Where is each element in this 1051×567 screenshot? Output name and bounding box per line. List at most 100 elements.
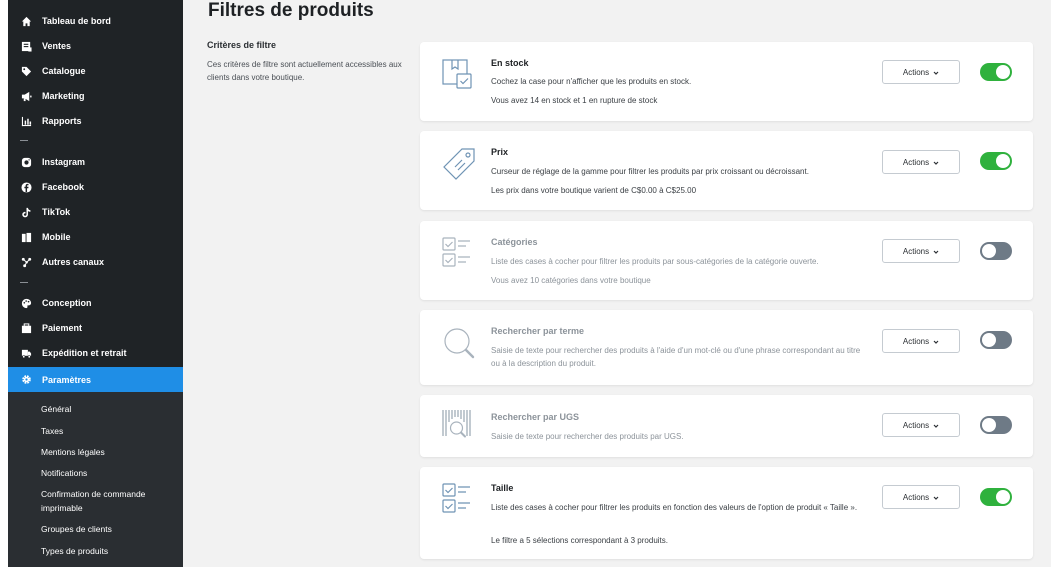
filter-title: En stock	[491, 58, 529, 68]
filter-card-price: Prix Curseur de réglage de la gamme pour…	[420, 131, 1033, 210]
sidebar-edge	[0, 0, 8, 567]
filter-description: Saisie de texte pour rechercher des prod…	[491, 432, 684, 441]
toggle-knob	[996, 154, 1010, 168]
home-icon	[20, 15, 32, 27]
gear-icon	[20, 374, 32, 386]
sidebar-item-payment[interactable]: Paiement	[8, 316, 183, 340]
filter-card-search-sku: Rechercher par UGS Saisie de texte pour …	[420, 395, 1033, 457]
actions-button[interactable]: Actions	[882, 413, 960, 437]
submenu-item-product-types[interactable]: Types de produits	[41, 544, 108, 558]
sidebar-item-label: Paramètres	[42, 374, 92, 385]
filter-toggle[interactable]	[980, 331, 1012, 349]
sidebar-item-label: Rapports	[42, 116, 82, 126]
facebook-icon	[20, 181, 32, 193]
toggle-knob	[996, 490, 1010, 504]
filter-stats: Les prix dans votre boutique varient de …	[491, 186, 697, 195]
filter-toggle[interactable]	[980, 488, 1012, 506]
checklist-icon	[440, 235, 478, 271]
filter-description: Cochez la case pour n'afficher que les p…	[491, 77, 692, 86]
actions-button[interactable]: Actions	[882, 150, 960, 174]
chart-icon	[20, 115, 32, 127]
filter-title: Rechercher par terme	[491, 326, 585, 336]
sidebar-item-catalog[interactable]: Catalogue	[8, 59, 183, 83]
filter-description: Saisie de texte pour rechercher des prod…	[491, 346, 861, 368]
checklist-icon	[440, 481, 478, 517]
sidebar-item-reports[interactable]: Rapports	[8, 109, 183, 133]
sidebar-item-label: Expédition et retrait	[42, 348, 127, 358]
actions-button[interactable]: Actions	[882, 60, 960, 84]
chevron-down-icon	[933, 338, 939, 344]
criteria-title: Critères de filtre	[207, 40, 277, 50]
sidebar-item-marketing[interactable]: Marketing	[8, 84, 183, 108]
tiktok-icon	[20, 206, 32, 218]
chevron-down-icon	[933, 69, 939, 75]
actions-label: Actions	[902, 67, 930, 77]
actions-label: Actions	[902, 420, 930, 430]
toggle-knob	[982, 418, 996, 432]
submenu-item-notifications[interactable]: Notifications	[41, 466, 87, 480]
sales-icon	[20, 40, 32, 52]
sidebar-item-dashboard[interactable]: Tableau de bord	[8, 9, 183, 33]
filter-toggle[interactable]	[980, 152, 1012, 170]
filter-title: Prix	[491, 147, 509, 157]
toggle-knob	[982, 333, 996, 347]
sidebar-item-label: Facebook	[42, 182, 85, 192]
wallet-icon	[20, 322, 32, 334]
actions-button[interactable]: Actions	[882, 239, 960, 263]
sidebar-item-label: TikTok	[42, 207, 71, 217]
mobile-icon	[20, 231, 32, 243]
sidebar-separator	[20, 140, 28, 141]
sidebar-item-shipping[interactable]: Expédition et retrait	[8, 341, 183, 365]
sidebar-item-label: Paiement	[42, 323, 83, 333]
actions-label: Actions	[902, 246, 930, 256]
sidebar-item-instagram[interactable]: Instagram	[8, 150, 183, 174]
filter-stats: Vous avez 14 en stock et 1 en rupture de…	[491, 96, 658, 105]
sidebar-item-sales[interactable]: Ventes	[8, 34, 183, 58]
filter-toggle[interactable]	[980, 416, 1012, 434]
sidebar-item-mobile[interactable]: Mobile	[8, 225, 183, 249]
truck-icon	[20, 347, 32, 359]
filter-description: Liste des cases à cocher pour filtrer le…	[491, 503, 858, 512]
filter-toggle[interactable]	[980, 63, 1012, 81]
submenu-item-legal[interactable]: Mentions légales	[41, 445, 105, 459]
actions-label: Actions	[902, 336, 930, 346]
sidebar-item-settings[interactable]: Paramètres	[8, 367, 183, 392]
filter-description: Liste des cases à cocher pour filtrer le…	[491, 257, 819, 266]
filter-card-search-term: Rechercher par terme Saisie de texte pou…	[420, 310, 1033, 385]
filter-title: Rechercher par UGS	[491, 412, 580, 422]
filter-description: Curseur de réglage de la gamme pour filt…	[491, 167, 809, 176]
megaphone-icon	[20, 90, 32, 102]
sidebar-item-other-channels[interactable]: Autres canaux	[8, 250, 183, 274]
filter-card-categories: Catégories Liste des cases à cocher pour…	[420, 221, 1033, 300]
actions-label: Actions	[902, 492, 930, 502]
chevron-down-icon	[933, 494, 939, 500]
price-tag-icon	[440, 145, 478, 181]
page-title: Filtres de produits	[208, 0, 374, 21]
sidebar-item-design[interactable]: Conception	[8, 291, 183, 315]
sidebar: Tableau de bord Ventes Catalogue Marketi…	[0, 0, 183, 567]
sidebar-item-label: Autres canaux	[42, 257, 105, 267]
sidebar-item-label: Catalogue	[42, 66, 86, 76]
sidebar-item-label: Tableau de bord	[42, 16, 111, 26]
chevron-down-icon	[933, 248, 939, 254]
sidebar-separator	[20, 282, 28, 283]
sidebar-item-tiktok[interactable]: TikTok	[8, 200, 183, 224]
toggle-knob	[996, 65, 1010, 79]
actions-button[interactable]: Actions	[882, 329, 960, 353]
filter-title: Catégories	[491, 237, 538, 247]
chevron-down-icon	[933, 159, 939, 165]
sidebar-item-facebook[interactable]: Facebook	[8, 175, 183, 199]
submenu-item-taxes[interactable]: Taxes	[41, 424, 63, 438]
submenu-item-printable-confirmation[interactable]: Confirmation de commande imprimable	[41, 487, 171, 515]
filter-stats: Le filtre a 5 sélections correspondant à…	[491, 536, 668, 545]
filter-toggle[interactable]	[980, 242, 1012, 260]
filter-card-size: Taille Liste des cases à cocher pour fil…	[420, 467, 1033, 559]
settings-submenu: Général Taxes Mentions légales Notificat…	[8, 392, 183, 567]
actions-button[interactable]: Actions	[882, 485, 960, 509]
submenu-item-general[interactable]: Général	[41, 402, 71, 416]
sidebar-item-label: Mobile	[42, 232, 71, 242]
sidebar-item-label: Instagram	[42, 157, 86, 167]
submenu-item-customer-groups[interactable]: Groupes de clients	[41, 522, 112, 536]
criteria-description: Ces critères de filtre sont actuellement…	[207, 60, 402, 82]
instagram-icon	[20, 156, 32, 168]
